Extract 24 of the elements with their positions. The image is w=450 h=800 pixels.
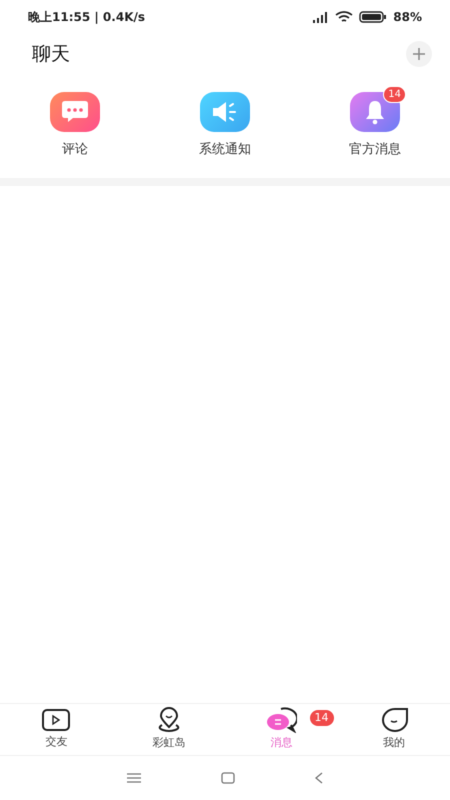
shortcut-label: 评论 <box>62 141 88 159</box>
tab-bar-item[interactable]: 消息 14 <box>225 704 338 755</box>
plus-icon <box>413 48 425 60</box>
add-button[interactable] <box>406 41 432 67</box>
menu-icon[interactable] <box>127 773 141 783</box>
status-time: 晚上11:55 | 0.4K/s <box>28 9 146 26</box>
home-icon[interactable] <box>221 772 235 784</box>
battery-level: 88% <box>393 9 422 26</box>
signal-icon <box>311 11 330 23</box>
chat-bubble-icon <box>265 707 298 734</box>
back-icon[interactable] <box>315 772 323 784</box>
tab-bar-item[interactable]: 我的 <box>338 704 450 755</box>
count-badge: 14 <box>310 710 334 726</box>
shortcut-label: 官方消息 <box>349 141 401 159</box>
tab-bar-item[interactable]: 交友 <box>0 704 112 755</box>
count-badge: 14 <box>383 86 406 103</box>
play-icon <box>41 708 72 732</box>
wifi-icon <box>335 10 354 24</box>
tab-bar-item[interactable]: 彩虹岛 <box>112 704 225 755</box>
speaker-icon[interactable] <box>200 92 250 132</box>
comment-icon[interactable] <box>50 92 100 132</box>
shortcut-label: 系统通知 <box>199 141 251 159</box>
page-title: 聊天 <box>32 42 70 67</box>
battery-icon <box>359 11 388 23</box>
